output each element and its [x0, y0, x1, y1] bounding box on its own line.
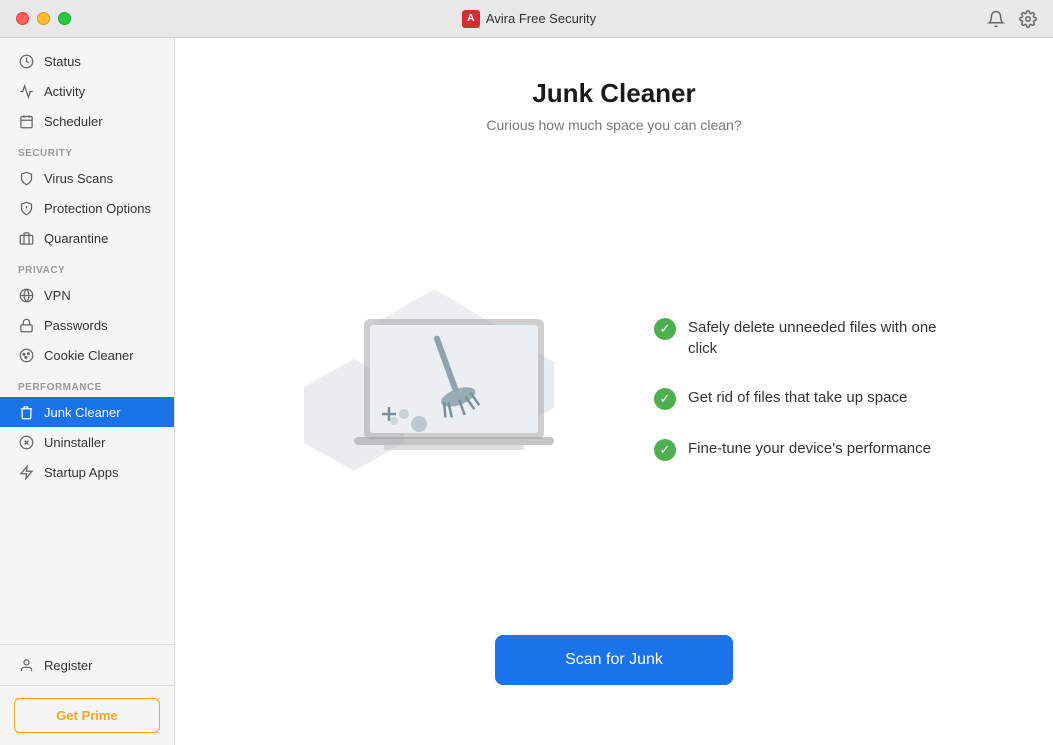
scan-for-junk-button[interactable]: Scan for Junk [495, 635, 733, 685]
junk-cleaner-illustration [274, 259, 594, 519]
sidebar-item-uninstaller-label: Uninstaller [44, 435, 105, 450]
sidebar-item-protection-options[interactable]: Protection Options [0, 193, 174, 223]
sidebar-item-activity[interactable]: Activity [0, 76, 174, 106]
section-performance: PERFORMANCE [0, 370, 174, 397]
sidebar-item-protection-options-label: Protection Options [44, 201, 151, 216]
sidebar-item-quarantine[interactable]: Quarantine [0, 223, 174, 253]
passwords-icon [18, 317, 34, 333]
sidebar-item-passwords[interactable]: Passwords [0, 310, 174, 340]
sidebar-item-vpn[interactable]: VPN [0, 280, 174, 310]
sidebar-item-junk-cleaner[interactable]: Junk Cleaner [0, 397, 174, 427]
notifications-icon[interactable] [987, 10, 1005, 28]
avira-logo: A [462, 10, 480, 28]
app-title-bar: A Avira Free Security [462, 10, 596, 28]
sidebar-item-cookie-cleaner[interactable]: Cookie Cleaner [0, 340, 174, 370]
junk-cleaner-icon [18, 404, 34, 420]
app-title: Avira Free Security [486, 11, 596, 26]
vpn-icon [18, 287, 34, 303]
activity-icon [18, 83, 34, 99]
section-privacy: PRIVACY [0, 253, 174, 280]
sidebar-item-activity-label: Activity [44, 84, 85, 99]
startup-apps-icon [18, 464, 34, 480]
maximize-button[interactable] [58, 12, 71, 25]
feature-text-0: Safely delete unneeded files with one cl… [688, 317, 954, 359]
uninstaller-icon [18, 434, 34, 450]
sidebar-item-status[interactable]: Status [0, 46, 174, 76]
app-body: Status Activity Scheduler SECURITY [0, 38, 1053, 745]
feature-item-2: ✓ Fine-tune your device's performance [654, 438, 954, 461]
get-prime-button[interactable]: Get Prime [14, 698, 160, 733]
main-content: Junk Cleaner Curious how much space you … [175, 38, 1053, 745]
sidebar-item-virus-scans[interactable]: Virus Scans [0, 163, 174, 193]
titlebar-actions [987, 10, 1037, 28]
page-title: Junk Cleaner [532, 78, 695, 109]
sidebar-footer: Get Prime [0, 685, 174, 745]
check-icon-2: ✓ [654, 439, 676, 461]
sidebar-item-startup-apps-label: Startup Apps [44, 465, 118, 480]
feature-text-1: Get rid of files that take up space [688, 387, 907, 408]
content-area: ✓ Safely delete unneeded files with one … [235, 173, 993, 605]
check-icon-1: ✓ [654, 388, 676, 410]
section-security: SECURITY [0, 136, 174, 163]
register-icon [18, 657, 34, 673]
quarantine-icon [18, 230, 34, 246]
sidebar-nav: Status Activity Scheduler SECURITY [0, 38, 174, 644]
scheduler-icon [18, 113, 34, 129]
close-button[interactable] [16, 12, 29, 25]
protection-options-icon [18, 200, 34, 216]
scan-button-wrapper: Scan for Junk [235, 635, 993, 705]
virus-scans-icon [18, 170, 34, 186]
feature-item-1: ✓ Get rid of files that take up space [654, 387, 954, 410]
feature-text-2: Fine-tune your device's performance [688, 438, 931, 459]
sidebar-item-scheduler[interactable]: Scheduler [0, 106, 174, 136]
cookie-cleaner-icon [18, 347, 34, 363]
sidebar-item-junk-cleaner-label: Junk Cleaner [44, 405, 121, 420]
sidebar-item-register[interactable]: Register [0, 644, 174, 685]
page-subtitle: Curious how much space you can clean? [486, 117, 741, 133]
sidebar: Status Activity Scheduler SECURITY [0, 38, 175, 745]
sidebar-item-startup-apps[interactable]: Startup Apps [0, 457, 174, 487]
sidebar-item-vpn-label: VPN [44, 288, 71, 303]
features-list: ✓ Safely delete unneeded files with one … [654, 317, 954, 461]
minimize-button[interactable] [37, 12, 50, 25]
register-label: Register [44, 658, 92, 673]
sidebar-item-quarantine-label: Quarantine [44, 231, 108, 246]
titlebar: A Avira Free Security [0, 0, 1053, 38]
illustration-svg [274, 259, 594, 509]
sidebar-item-passwords-label: Passwords [44, 318, 108, 333]
sidebar-item-scheduler-label: Scheduler [44, 114, 103, 129]
check-icon-0: ✓ [654, 318, 676, 340]
settings-icon[interactable] [1019, 10, 1037, 28]
sidebar-item-virus-scans-label: Virus Scans [44, 171, 113, 186]
feature-item-0: ✓ Safely delete unneeded files with one … [654, 317, 954, 359]
sidebar-item-uninstaller[interactable]: Uninstaller [0, 427, 174, 457]
status-icon [18, 53, 34, 69]
traffic-lights [16, 12, 71, 25]
sidebar-item-status-label: Status [44, 54, 81, 69]
sidebar-item-cookie-cleaner-label: Cookie Cleaner [44, 348, 134, 363]
